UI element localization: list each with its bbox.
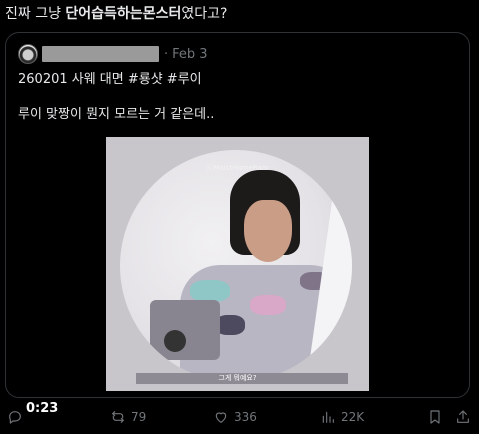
person-face: [244, 200, 292, 262]
repost-count: 79: [131, 410, 147, 424]
post-text-part2: 였다고?: [181, 6, 228, 22]
author-name-redacted[interactable]: [42, 46, 159, 62]
quoted-post[interactable]: · Feb 3 260201 사웨 대면 #룡샷 #루이 루이 맞짱이 뭔지 모…: [5, 32, 470, 416]
share-button[interactable]: [455, 404, 471, 430]
video-watermark: ⓒMoistHomeRam: [206, 164, 269, 172]
quoted-post-header: · Feb 3: [18, 43, 208, 65]
bookmark-icon: [430, 410, 440, 424]
post-text-part1: 진짜 그냥: [5, 6, 66, 22]
post-date[interactable]: Feb 3: [172, 47, 207, 62]
quoted-text-line2: 루이 맞짱이 뭔지 모르는 거 같은데..: [18, 107, 215, 122]
like-button[interactable]: 336: [213, 404, 257, 430]
post-text: 진짜 그냥 단어습득하는몬스터였다고?: [5, 4, 227, 24]
subtitle-text: 그게 뭐예요?: [218, 374, 257, 382]
quoted-text-line1: 260201 사웨 대면 #룡샷 #루이: [18, 72, 202, 87]
microphone-logo: [164, 330, 186, 352]
jacket-pattern: [250, 295, 286, 315]
views-count: 22K: [341, 410, 365, 424]
reply-icon: [9, 411, 21, 424]
separator-dot: ·: [164, 46, 169, 62]
microphone: [150, 300, 220, 360]
action-bar: 79 336 22K: [0, 404, 479, 430]
bookmark-button[interactable]: [427, 404, 443, 430]
repost-icon: [112, 411, 124, 423]
reply-button[interactable]: [7, 404, 28, 430]
views-button[interactable]: 22K: [320, 404, 364, 430]
share-icon: [457, 410, 469, 423]
avatar[interactable]: [18, 44, 38, 64]
repost-button[interactable]: 79: [110, 404, 146, 430]
like-count: 336: [234, 410, 257, 424]
heart-icon: [215, 412, 227, 423]
video-frame-circle: [120, 150, 352, 382]
views-icon: [322, 411, 334, 423]
video-thumbnail[interactable]: ⓒMoistHomeRam 그게 뭐예요?: [106, 137, 369, 391]
jacket-pattern: [190, 280, 230, 302]
post-text-bold: 단어습득하는몬스터: [65, 6, 182, 22]
